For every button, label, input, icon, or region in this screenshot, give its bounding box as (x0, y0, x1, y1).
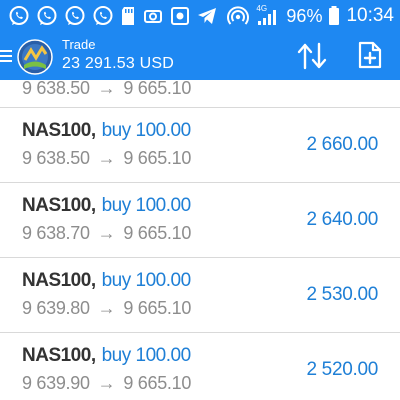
position-row[interactable]: 9 638.50 → 9 665.10 (0, 80, 400, 108)
price-arrow: → (97, 148, 116, 168)
account-balance: 23 291.53 USD (62, 55, 175, 72)
open-price: 9 639.80 (22, 298, 90, 318)
position-symbol: NAS100, buy 100.00 (22, 270, 191, 292)
position-prices: 9 638.50 → 9 665.10 (22, 148, 191, 169)
position-prices: 9 638.70 → 9 665.10 (22, 223, 191, 244)
symbol-name: NAS100, (22, 270, 96, 291)
current-price: 9 665.10 (123, 223, 192, 243)
symbol-name: NAS100, (22, 345, 96, 366)
camera-icon (144, 10, 162, 23)
whatsapp-icon (9, 6, 29, 25)
position-side: buy 100.00 (101, 270, 192, 291)
position-row[interactable]: NAS100, buy 100.00 9 638.70 → 9 665.10 2 64… (0, 183, 400, 258)
position-row[interactable]: NAS100, buy 100.00 9 639.90 → 9 665.10 2 52… (0, 333, 400, 400)
position-symbol: NAS100, buy 100.00 (22, 120, 191, 142)
current-price: 9 665.10 (123, 298, 192, 318)
sort-icon[interactable] (296, 42, 328, 70)
position-side: buy 100.00 (101, 195, 192, 216)
open-price: 9 638.50 (22, 148, 90, 168)
position-symbol: NAS100, buy 100.00 (22, 195, 191, 217)
position-symbol: NAS100, buy 100.00 (22, 345, 191, 367)
system-indicators: 4G 96% 10:34 (226, 3, 394, 29)
current-price: 9 665.10 (123, 373, 192, 393)
position-prices: 9 639.90 → 9 665.10 (22, 373, 191, 394)
battery-percent: 96% (286, 6, 323, 26)
position-row[interactable]: NAS100, buy 100.00 9 638.50 → 9 665.10 2 66… (0, 108, 400, 183)
position-profit: 2 530.00 (306, 284, 378, 305)
current-price: 9 665.10 (123, 148, 192, 168)
position-row[interactable]: NAS100, buy 100.00 9 639.80 → 9 665.10 2 53… (0, 258, 400, 333)
page-title: Trade (62, 37, 96, 52)
sd-card-icon (122, 7, 134, 25)
screenshot-icon (171, 7, 189, 25)
open-price: 9 638.70 (22, 223, 90, 243)
new-order-icon[interactable] (357, 40, 383, 70)
position-prices: 9 638.50 → 9 665.10 (22, 80, 191, 99)
symbol-name: NAS100, (22, 195, 96, 216)
whatsapp-icon (37, 6, 57, 25)
whatsapp-icon (65, 6, 85, 25)
app-bar: Trade 23 291.53 USD (0, 32, 400, 80)
symbol-name: NAS100, (22, 120, 96, 141)
menu-icon[interactable] (0, 50, 12, 64)
open-price: 9 639.90 (22, 373, 90, 393)
price-arrow: → (97, 223, 116, 243)
status-bar: 4G 96% 10:34 (0, 0, 400, 32)
price-arrow: → (97, 80, 116, 98)
position-profit: 2 520.00 (306, 359, 378, 380)
positions-list[interactable]: 9 638.50 → 9 665.10 NAS100, buy 100.00 9 63… (0, 80, 400, 400)
position-side: buy 100.00 (101, 345, 192, 366)
position-profit: 2 660.00 (306, 134, 378, 155)
current-price: 9 665.10 (123, 80, 192, 98)
price-arrow: → (97, 298, 116, 318)
price-arrow: → (97, 373, 116, 393)
battery-icon (329, 6, 340, 25)
whatsapp-icon (93, 6, 113, 25)
hotspot-icon (227, 6, 250, 25)
position-profit: 2 640.00 (306, 209, 378, 230)
notification-icons (8, 5, 218, 27)
clock: 10:34 (346, 5, 394, 26)
metatrader-logo (17, 39, 53, 75)
signal-icon: 4G (256, 4, 280, 27)
open-price: 9 638.50 (22, 80, 90, 98)
telegram-icon (198, 8, 216, 24)
position-prices: 9 639.80 → 9 665.10 (22, 298, 191, 319)
position-side: buy 100.00 (101, 120, 192, 141)
